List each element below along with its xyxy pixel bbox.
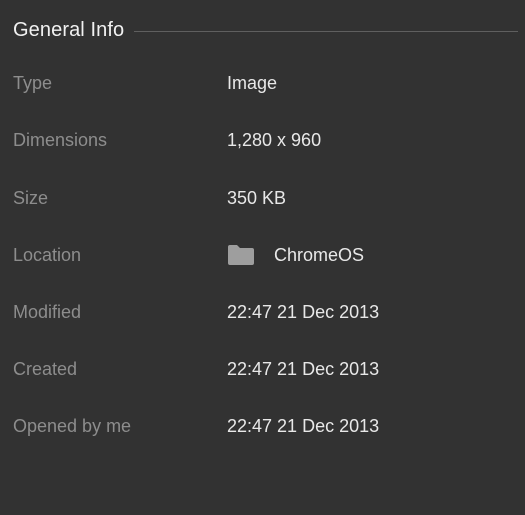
section-divider — [134, 30, 518, 32]
opened-by-me-label: Opened by me — [13, 416, 132, 436]
type-value: Image — [227, 73, 278, 93]
type-row: Type Image — [13, 68, 518, 98]
created-label: Created — [13, 359, 78, 379]
modified-label: Modified — [13, 302, 82, 322]
modified-value: 22:47 21 Dec 2013 — [227, 302, 380, 322]
dimensions-row: Dimensions 1,280 x 960 — [13, 125, 518, 155]
created-row: Created 22:47 21 Dec 2013 — [13, 354, 518, 384]
location-value-container: ChromeOS — [227, 240, 364, 270]
location-row: Location ChromeOS — [13, 240, 518, 270]
location-label: Location — [13, 245, 82, 265]
location-value[interactable]: ChromeOS — [274, 240, 364, 270]
opened-by-me-row: Opened by me 22:47 21 Dec 2013 — [13, 411, 518, 441]
section-title: General Info — [13, 18, 125, 41]
size-value: 350 KB — [227, 188, 287, 208]
type-label: Type — [13, 73, 53, 93]
size-label: Size — [13, 188, 49, 208]
folder-icon — [227, 244, 255, 266]
opened-by-me-value: 22:47 21 Dec 2013 — [227, 416, 380, 436]
section-header: General Info — [13, 16, 518, 44]
general-info-panel: General Info Type Image Dimensions 1,280… — [0, 0, 525, 515]
dimensions-value: 1,280 x 960 — [227, 130, 322, 150]
modified-row: Modified 22:47 21 Dec 2013 — [13, 297, 518, 327]
dimensions-label: Dimensions — [13, 130, 108, 150]
created-value: 22:47 21 Dec 2013 — [227, 359, 380, 379]
size-row: Size 350 KB — [13, 183, 518, 213]
